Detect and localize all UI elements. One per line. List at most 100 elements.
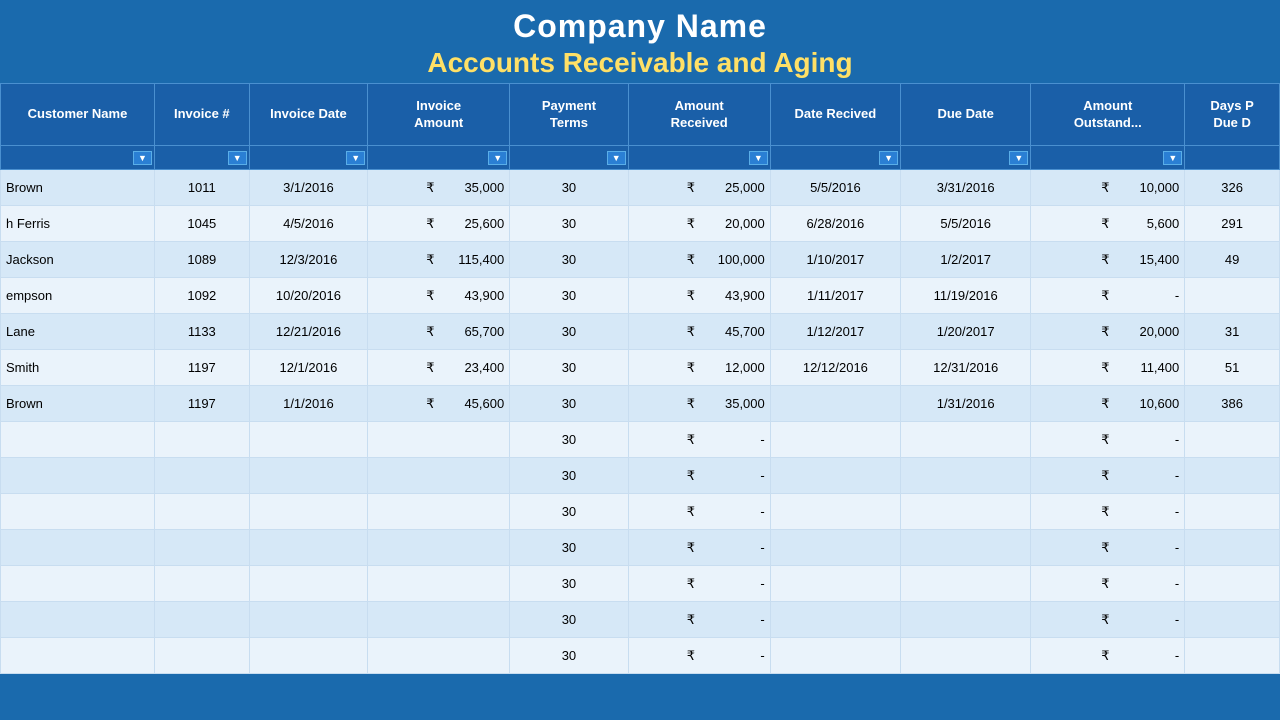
cell-due-date: 1/31/2016 [901, 386, 1031, 422]
cell-due-date: 11/19/2016 [901, 278, 1031, 314]
cell-amount-outstanding: ₹5,600 [1031, 206, 1185, 242]
cell-amount-outstanding: ₹- [1031, 602, 1185, 638]
filter-payment-terms-btn[interactable]: ▼ [607, 151, 626, 165]
header-invoice-num: Invoice # [154, 84, 249, 146]
table-row: Brown10113/1/2016₹35,00030₹25,0005/5/201… [1, 170, 1280, 206]
cell-customer: Smith [1, 350, 155, 386]
cell-invoice-num: 1045 [154, 206, 249, 242]
cell-invoice-num: 1092 [154, 278, 249, 314]
filter-amount-received: ▼ [628, 146, 770, 170]
filter-invoice-amount-btn[interactable]: ▼ [488, 151, 507, 165]
filter-invoice-date-btn[interactable]: ▼ [346, 151, 365, 165]
cell-customer [1, 638, 155, 674]
cell-date-received [770, 386, 900, 422]
cell-date-received [770, 638, 900, 674]
table-row: Brown11971/1/2016₹45,60030₹35,0001/31/20… [1, 386, 1280, 422]
cell-invoice-amount: ₹45,600 [368, 386, 510, 422]
cell-customer [1, 458, 155, 494]
cell-due-date: 1/20/2017 [901, 314, 1031, 350]
cell-due-date [901, 458, 1031, 494]
cell-invoice-date: 12/21/2016 [249, 314, 367, 350]
cell-invoice-num [154, 458, 249, 494]
cell-date-received [770, 458, 900, 494]
cell-invoice-date [249, 494, 367, 530]
cell-amount-outstanding: ₹- [1031, 278, 1185, 314]
filter-amount-received-btn[interactable]: ▼ [749, 151, 768, 165]
cell-invoice-amount: ₹65,700 [368, 314, 510, 350]
subtitle: Accounts Receivable and Aging [0, 47, 1280, 79]
table-row: 30₹-₹- [1, 458, 1280, 494]
table-row: 30₹-₹- [1, 638, 1280, 674]
header-amount-outstanding: AmountOutstand... [1031, 84, 1185, 146]
cell-invoice-date [249, 566, 367, 602]
cell-days-past-due: 291 [1185, 206, 1280, 242]
cell-payment-terms: 30 [510, 350, 628, 386]
cell-invoice-num: 1011 [154, 170, 249, 206]
cell-invoice-amount: ₹23,400 [368, 350, 510, 386]
cell-invoice-date: 3/1/2016 [249, 170, 367, 206]
cell-payment-terms: 30 [510, 494, 628, 530]
cell-due-date [901, 566, 1031, 602]
cell-invoice-amount: ₹35,000 [368, 170, 510, 206]
header-invoice-amount: InvoiceAmount [368, 84, 510, 146]
cell-amount-received: ₹- [628, 422, 770, 458]
cell-amount-received: ₹100,000 [628, 242, 770, 278]
filter-invoice-num-btn[interactable]: ▼ [228, 151, 247, 165]
cell-amount-outstanding: ₹10,000 [1031, 170, 1185, 206]
cell-invoice-date [249, 602, 367, 638]
cell-invoice-num [154, 566, 249, 602]
filter-amount-outstanding: ▼ [1031, 146, 1185, 170]
cell-invoice-amount [368, 602, 510, 638]
cell-amount-received: ₹45,700 [628, 314, 770, 350]
header-section: Company Name Accounts Receivable and Agi… [0, 0, 1280, 83]
cell-amount-outstanding: ₹11,400 [1031, 350, 1185, 386]
table-row: 30₹-₹- [1, 566, 1280, 602]
header-customer: Customer Name [1, 84, 155, 146]
cell-amount-outstanding: ₹- [1031, 494, 1185, 530]
cell-payment-terms: 30 [510, 314, 628, 350]
cell-invoice-amount [368, 458, 510, 494]
filter-date-received-btn[interactable]: ▼ [879, 151, 898, 165]
cell-amount-received: ₹- [628, 566, 770, 602]
cell-invoice-amount [368, 530, 510, 566]
header-days-past-due: Days PDue D [1185, 84, 1280, 146]
cell-amount-outstanding: ₹- [1031, 638, 1185, 674]
cell-date-received: 5/5/2016 [770, 170, 900, 206]
filter-days-past-due [1185, 146, 1280, 170]
cell-days-past-due [1185, 494, 1280, 530]
cell-date-received: 1/11/2017 [770, 278, 900, 314]
cell-payment-terms: 30 [510, 458, 628, 494]
cell-customer: Jackson [1, 242, 155, 278]
cell-days-past-due: 326 [1185, 170, 1280, 206]
cell-payment-terms: 30 [510, 566, 628, 602]
cell-customer: h Ferris [1, 206, 155, 242]
cell-date-received [770, 422, 900, 458]
cell-date-received [770, 494, 900, 530]
cell-payment-terms: 30 [510, 602, 628, 638]
table-row: h Ferris10454/5/2016₹25,60030₹20,0006/28… [1, 206, 1280, 242]
cell-amount-received: ₹25,000 [628, 170, 770, 206]
cell-date-received [770, 566, 900, 602]
cell-days-past-due [1185, 530, 1280, 566]
cell-date-received [770, 602, 900, 638]
cell-amount-received: ₹- [628, 494, 770, 530]
cell-customer: Brown [1, 386, 155, 422]
filter-amount-outstanding-btn[interactable]: ▼ [1163, 151, 1182, 165]
table-body: Brown10113/1/2016₹35,00030₹25,0005/5/201… [1, 170, 1280, 674]
cell-invoice-amount [368, 494, 510, 530]
table-row: 30₹-₹- [1, 602, 1280, 638]
cell-due-date [901, 602, 1031, 638]
accounts-table: Customer Name Invoice # Invoice Date Inv… [0, 83, 1280, 674]
cell-payment-terms: 30 [510, 206, 628, 242]
filter-date-received: ▼ [770, 146, 900, 170]
filter-due-date-btn[interactable]: ▼ [1009, 151, 1028, 165]
cell-customer: Lane [1, 314, 155, 350]
cell-payment-terms: 30 [510, 242, 628, 278]
table-row: Jackson108912/3/2016₹115,40030₹100,0001/… [1, 242, 1280, 278]
cell-invoice-date [249, 530, 367, 566]
filter-customer-btn[interactable]: ▼ [133, 151, 152, 165]
filter-payment-terms: ▼ [510, 146, 628, 170]
cell-invoice-date: 1/1/2016 [249, 386, 367, 422]
filter-row: ▼ ▼ ▼ ▼ ▼ ▼ ▼ [1, 146, 1280, 170]
cell-due-date [901, 638, 1031, 674]
